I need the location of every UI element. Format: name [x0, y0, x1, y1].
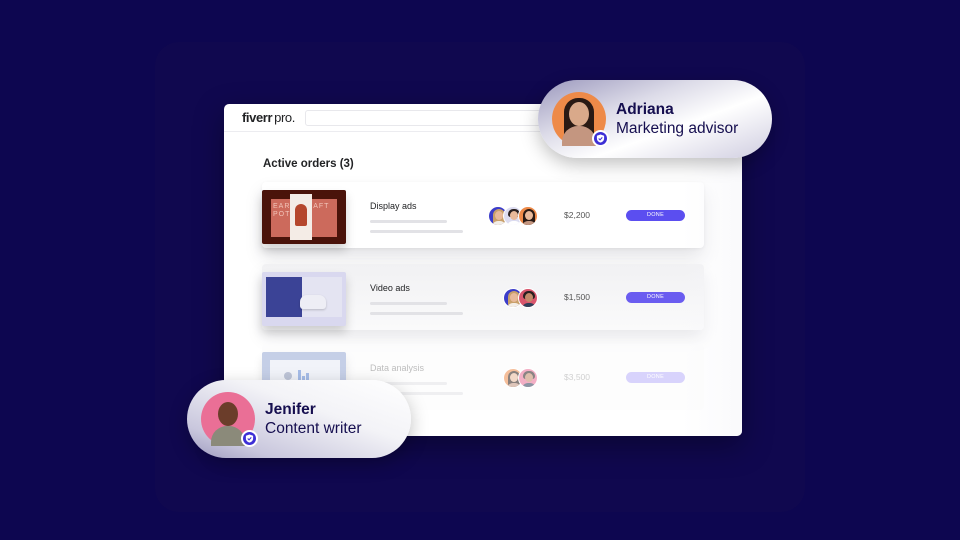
- profile-card-jenifer[interactable]: Jenifer Content writer: [187, 380, 411, 458]
- verified-badge-icon: [241, 430, 258, 447]
- vr-headset-thumbnail: [262, 272, 346, 326]
- profile-card-adriana[interactable]: Adriana Marketing advisor: [538, 80, 772, 158]
- avatar-group: [488, 206, 538, 226]
- order-price: $2,200: [564, 210, 590, 220]
- order-title: Video ads: [370, 283, 410, 293]
- status-badge[interactable]: DONE: [626, 210, 685, 221]
- logo-suffix: pro.: [274, 110, 295, 125]
- profile-role: Content writer: [265, 419, 362, 437]
- logo-wordmark: fiverr: [242, 110, 273, 125]
- order-title: Display ads: [370, 201, 417, 211]
- avatar-group: [503, 288, 538, 308]
- order-price: $3,500: [564, 372, 590, 382]
- avatar: [518, 368, 538, 388]
- profile-name: Jenifer: [265, 400, 316, 418]
- avatar: [201, 392, 258, 447]
- profile-name: Adriana: [616, 100, 674, 118]
- verified-badge-icon: [592, 130, 609, 147]
- avatar-group: [503, 368, 538, 388]
- order-title: Data analysis: [370, 363, 425, 373]
- avatar: [518, 206, 538, 226]
- fiverr-pro-logo[interactable]: fiverr pro.: [242, 110, 295, 125]
- placeholder-line: [370, 230, 463, 233]
- order-row[interactable]: EART AFT POT Display ads $2,200 DONE: [262, 182, 704, 248]
- order-row[interactable]: Video ads $1,500 DONE: [262, 264, 704, 330]
- placeholder-line: [370, 312, 463, 315]
- status-badge[interactable]: DONE: [626, 372, 685, 383]
- section-title: Active orders (3): [263, 158, 354, 170]
- search-input[interactable]: [304, 109, 565, 126]
- placeholder-line: [370, 302, 447, 305]
- avatar: [518, 288, 538, 308]
- order-price: $1,500: [564, 292, 590, 302]
- fade-overlay: [682, 132, 742, 436]
- status-badge[interactable]: DONE: [626, 292, 685, 303]
- profile-role: Marketing advisor: [616, 119, 739, 137]
- placeholder-line: [370, 220, 447, 223]
- avatar: [552, 92, 609, 147]
- earth-craft-pottery-thumbnail: EART AFT POT: [262, 190, 346, 244]
